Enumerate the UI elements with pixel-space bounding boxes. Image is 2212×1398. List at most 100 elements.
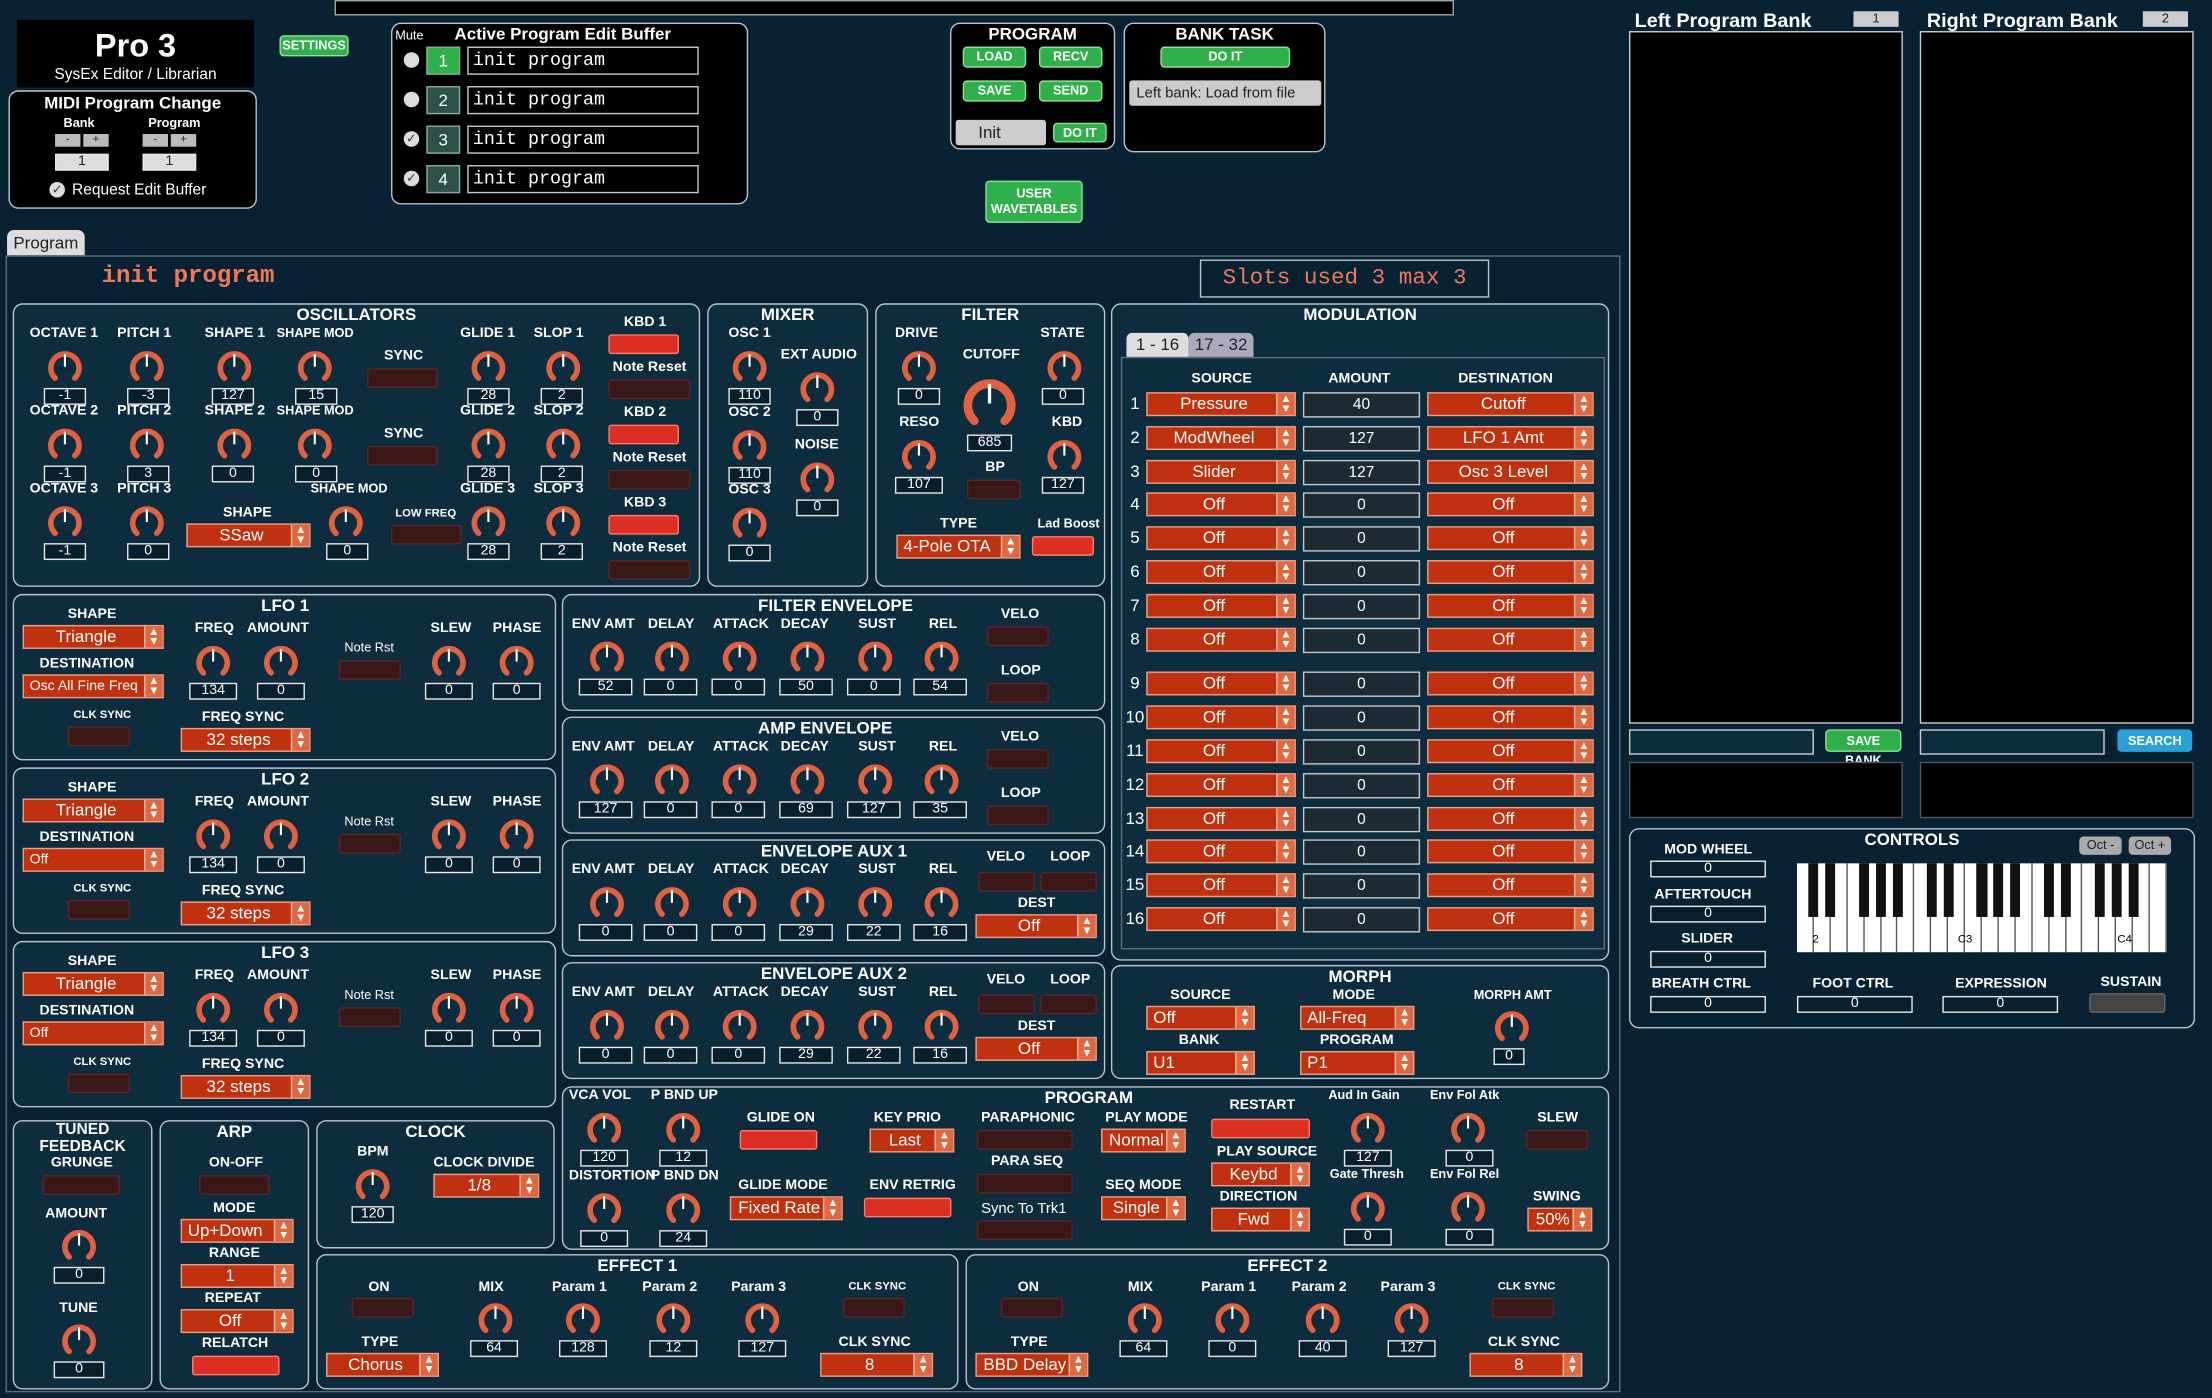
env1-loop-toggle[interactable]: [986, 682, 1049, 703]
mixer-osc2-value[interactable]: 110: [728, 466, 771, 484]
slot-2-mute-checkbox[interactable]: [403, 91, 420, 108]
lfo2-shape-select[interactable]: Triangle ▲ ▼: [22, 798, 164, 823]
mod-row-12-amount-input[interactable]: 0: [1302, 772, 1421, 799]
env2-delay-value[interactable]: 0: [643, 801, 698, 819]
lfo3-freq-sync-select[interactable]: 32 steps ▲ ▼: [180, 1074, 311, 1099]
bank-value[interactable]: 1: [55, 153, 109, 171]
mod-tab-1-16[interactable]: 1 - 16: [1126, 332, 1189, 357]
black-key[interactable]: [1808, 863, 1819, 917]
env1-decay-knob[interactable]: [789, 639, 826, 676]
effect1-clk-sync-toggle[interactable]: [842, 1297, 905, 1318]
tune-knob[interactable]: [61, 1322, 98, 1359]
env3-attack-value[interactable]: 0: [711, 924, 766, 941]
mixer-osc2-knob[interactable]: [731, 427, 768, 464]
env1-delay-value[interactable]: 0: [643, 678, 698, 696]
pbend-dn-value[interactable]: 24: [659, 1230, 708, 1248]
osc1-shape-mod-value[interactable]: 15: [295, 387, 338, 405]
env2-velo-toggle[interactable]: [986, 749, 1049, 769]
bank-task-select[interactable]: Left bank: Load from file: [1129, 80, 1322, 106]
osc1-shape-knob[interactable]: [216, 348, 253, 385]
lfo1-freq-knob[interactable]: [195, 643, 232, 680]
slot-2-select-button[interactable]: 2: [426, 86, 461, 115]
env1-sust-knob[interactable]: [857, 639, 894, 676]
env4-sust-value[interactable]: 22: [846, 1046, 901, 1064]
env4-decay-value[interactable]: 29: [779, 1046, 833, 1064]
lad-boost-toggle[interactable]: [1031, 536, 1094, 556]
osc3-shape-mod-knob[interactable]: [327, 504, 364, 541]
env4-rel-knob[interactable]: [923, 1007, 960, 1044]
save-button[interactable]: SAVE: [962, 80, 1027, 102]
filter-reso-value[interactable]: 107: [894, 476, 943, 494]
env4-rel-value[interactable]: 16: [913, 1046, 967, 1064]
mod-row-10-amount-input[interactable]: 0: [1302, 705, 1421, 732]
lfo3-amount-value[interactable]: 0: [256, 1029, 305, 1047]
play-mode-select[interactable]: Normal ▲ ▼: [1101, 1128, 1186, 1153]
black-key[interactable]: [1825, 863, 1836, 917]
mod-row-13-source-select[interactable]: Off ▲ ▼: [1146, 806, 1296, 831]
lfo2-note-rst-toggle[interactable]: [338, 833, 401, 854]
mod-row-5-destination-select[interactable]: Off ▲ ▼: [1427, 526, 1594, 551]
env4-velo-toggle[interactable]: [978, 994, 1035, 1015]
osc3-glide-knob[interactable]: [470, 504, 507, 541]
glide-mode-select[interactable]: Fixed Rate ▲ ▼: [729, 1196, 843, 1221]
mod-row-15-amount-input[interactable]: 0: [1302, 873, 1421, 899]
lfo2-freq-knob[interactable]: [195, 817, 232, 854]
lfo1-phase-knob[interactable]: [498, 643, 535, 680]
seq-mode-select[interactable]: Single ▲ ▼: [1101, 1196, 1186, 1221]
gate-thresh-value[interactable]: 0: [1343, 1228, 1392, 1246]
env4-delay-value[interactable]: 0: [643, 1046, 698, 1064]
osc2-note-reset-toggle[interactable]: [608, 469, 691, 490]
env4-decay-knob[interactable]: [789, 1007, 826, 1044]
osc1-kbd-toggle[interactable]: [608, 334, 679, 355]
left-bank-select[interactable]: 1: [1853, 11, 1899, 27]
arp-repeat-select[interactable]: Off ▲ ▼: [180, 1309, 294, 1334]
right-bank-select[interactable]: 2: [2142, 11, 2188, 27]
lfo1-freq-value[interactable]: 134: [189, 682, 238, 700]
mod-row-7-destination-select[interactable]: Off ▲ ▼: [1427, 593, 1594, 618]
clock-divide-select[interactable]: 1/8 ▲ ▼: [433, 1173, 540, 1198]
mod-row-8-destination-select[interactable]: Off ▲ ▼: [1427, 627, 1594, 652]
effect1-clk-sync-select[interactable]: 8 ▲ ▼: [820, 1352, 934, 1377]
effect2-on-toggle[interactable]: [1000, 1297, 1063, 1318]
env3-decay-knob[interactable]: [789, 885, 826, 922]
env2-attack-value[interactable]: 0: [711, 801, 766, 819]
osc2-slop-value[interactable]: 2: [540, 465, 583, 483]
lfo3-amount-knob[interactable]: [263, 990, 300, 1027]
osc3-kbd-toggle[interactable]: [608, 514, 679, 535]
mod-row-11-source-select[interactable]: Off ▲ ▼: [1146, 739, 1296, 764]
effect1-on-toggle[interactable]: [351, 1297, 414, 1318]
slot-4-name-input[interactable]: init program: [467, 165, 699, 194]
tuned-amount-knob[interactable]: [61, 1227, 98, 1264]
effect2-type-select[interactable]: BBD Delay ▲ ▼: [975, 1352, 1089, 1377]
env1-velo-toggle[interactable]: [986, 626, 1049, 647]
env-fol-rel-value[interactable]: 0: [1445, 1228, 1494, 1246]
effect1-param1-knob[interactable]: [565, 1301, 602, 1338]
lfo2-clk-sync-toggle[interactable]: [67, 900, 130, 920]
distortion-knob[interactable]: [586, 1191, 623, 1228]
lfo3-clk-sync-toggle[interactable]: [67, 1073, 130, 1094]
effect2-clk-sync-select[interactable]: 8 ▲ ▼: [1469, 1352, 1583, 1377]
slew-toggle[interactable]: [1525, 1129, 1589, 1150]
send-button[interactable]: SEND: [1038, 80, 1103, 102]
pbend-up-value[interactable]: 12: [659, 1149, 708, 1167]
foot-ctrl-value[interactable]: 0: [1796, 995, 1913, 1013]
mixer-ext-audio-knob[interactable]: [799, 370, 836, 407]
bpm-value[interactable]: 120: [351, 1206, 394, 1224]
effect2-param2-value[interactable]: 40: [1298, 1340, 1347, 1358]
effect1-param1-value[interactable]: 128: [558, 1340, 607, 1358]
lfo2-slew-knob[interactable]: [431, 817, 468, 854]
env3-attack-knob[interactable]: [721, 885, 758, 922]
env-fol-rel-knob[interactable]: [1450, 1189, 1487, 1226]
black-key[interactable]: [1892, 863, 1903, 917]
request-edit-checkbox[interactable]: ✓: [49, 181, 65, 198]
env2-loop-toggle[interactable]: [986, 805, 1049, 826]
mod-row-5-source-select[interactable]: Off ▲ ▼: [1146, 526, 1296, 551]
slot-1-name-input[interactable]: init program: [467, 46, 699, 75]
filter-bp-toggle[interactable]: [966, 479, 1021, 500]
filter-kbd-knob[interactable]: [1046, 437, 1083, 474]
lfo1-destination-select[interactable]: Osc All Fine Freq ▲ ▼: [22, 674, 164, 699]
osc1-note-reset-toggle[interactable]: [608, 379, 691, 400]
slot-1-mute-checkbox[interactable]: [403, 52, 420, 68]
black-key[interactable]: [1859, 863, 1870, 917]
vca-vol-knob[interactable]: [586, 1110, 623, 1147]
